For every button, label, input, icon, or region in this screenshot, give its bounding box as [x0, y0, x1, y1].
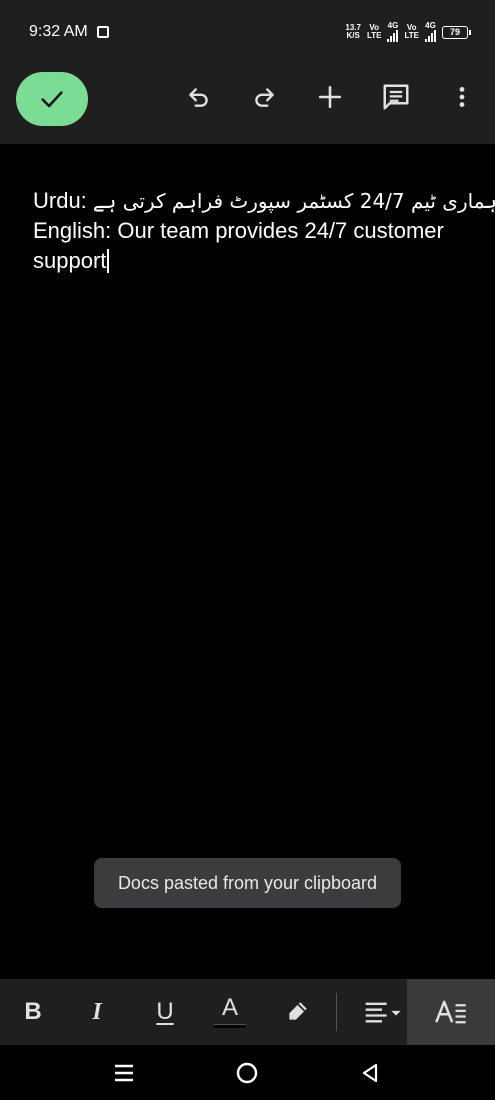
- sim2-gen: 4G: [425, 21, 436, 30]
- more-options-button[interactable]: [447, 82, 477, 112]
- italic-icon: I: [92, 998, 102, 1025]
- recents-button[interactable]: [110, 1059, 138, 1087]
- italic-button[interactable]: I: [78, 979, 116, 1045]
- text-color-swatch: [214, 1024, 246, 1028]
- sim2-signal-icon: [425, 30, 436, 42]
- sim1-lte: LTE: [366, 31, 382, 40]
- checkmark-icon: [41, 91, 63, 108]
- status-indicators: 13.7 K/S Vo LTE 4G Vo LTE 4G 79: [345, 21, 471, 42]
- done-button[interactable]: [16, 72, 88, 126]
- document-editor[interactable]: Urdu: ہماری ٹیم 24/7 کسٹمر سپورٹ فراہم ک…: [0, 144, 495, 979]
- text-cursor: [107, 249, 110, 273]
- sim2-volte: Vo LTE: [404, 24, 419, 40]
- comment-icon: [383, 84, 409, 110]
- home-circle-icon: [236, 1062, 258, 1084]
- status-bar: 9:32 AM 13.7 K/S Vo LTE 4G Vo LTE 4G 79: [0, 0, 495, 64]
- underline-button[interactable]: U: [146, 979, 184, 1045]
- urdu-label: Urdu:: [33, 188, 87, 213]
- undo-icon: [189, 88, 208, 107]
- docs-editor-screen: 9:32 AM 13.7 K/S Vo LTE 4G Vo LTE 4G 79 …: [0, 0, 495, 1100]
- undo-button[interactable]: [184, 82, 214, 112]
- home-button[interactable]: [233, 1059, 261, 1087]
- format-divider: [336, 993, 337, 1031]
- text-format-button[interactable]: [407, 979, 495, 1045]
- insert-plus-icon: [318, 85, 342, 109]
- doc-line-continued[interactable]: support: [33, 248, 110, 274]
- doc-line-continued-text: support: [33, 248, 107, 273]
- bold-button[interactable]: B: [14, 979, 52, 1045]
- align-icon: [365, 1002, 401, 1023]
- insert-button[interactable]: [315, 82, 345, 112]
- back-button[interactable]: [356, 1059, 384, 1087]
- battery-icon: 79: [442, 25, 471, 39]
- doc-line-english[interactable]: English: Our team provides 24/7 customer: [33, 218, 444, 244]
- sim1-gen: 4G: [387, 21, 399, 30]
- format-bar: B I U A: [0, 979, 495, 1045]
- back-triangle-icon: [362, 1063, 378, 1083]
- network-speed-unit: K/S: [346, 31, 360, 40]
- status-time: 9:32 AM: [29, 23, 88, 40]
- comment-button[interactable]: [381, 82, 411, 112]
- sim2-signal: 4G: [425, 22, 436, 42]
- redo-icon: [255, 88, 274, 107]
- network-speed: 13.7 K/S: [345, 24, 361, 40]
- text-format-icon: [435, 1000, 466, 1024]
- notification-app-icon: [97, 26, 109, 38]
- underline-icon: U: [156, 998, 174, 1025]
- more-vert-icon: [459, 87, 465, 107]
- highlight-button[interactable]: [279, 979, 315, 1045]
- doc-line-urdu[interactable]: Urdu: ہماری ٹیم 24/7 کسٹمر سپورٹ فراہم ک…: [33, 188, 495, 214]
- system-nav-bar: [0, 1045, 495, 1100]
- text-format-icon-wrap: [429, 979, 473, 1045]
- redo-button[interactable]: [249, 82, 279, 112]
- text-color-icon: A: [221, 994, 238, 1021]
- sim1-volte: Vo LTE: [367, 24, 382, 40]
- clipboard-toast: Docs pasted from your clipboard: [94, 858, 401, 908]
- text-color-button[interactable]: A: [210, 979, 250, 1045]
- menu-icon: [115, 1064, 133, 1082]
- sim2-lte: LTE: [404, 31, 419, 40]
- bold-icon: B: [24, 998, 42, 1025]
- align-button[interactable]: [358, 979, 406, 1045]
- sim1-signal: 4G: [387, 21, 399, 42]
- urdu-text: ہماری ٹیم 24/7 کسٹمر سپورٹ فراہم کرتی ہے: [92, 189, 495, 213]
- highlight-icon: [289, 1002, 307, 1020]
- sim1-signal-icon: [387, 30, 399, 42]
- editor-toolbar: [0, 64, 495, 144]
